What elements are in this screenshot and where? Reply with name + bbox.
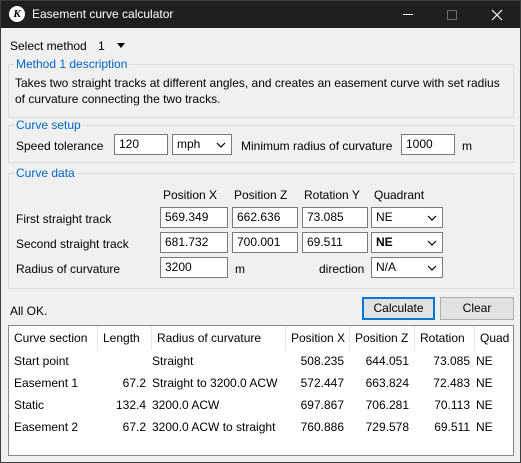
second-track-quadrant-select[interactable]: NE bbox=[371, 232, 443, 253]
maximize-button bbox=[430, 1, 474, 28]
column-header-quad[interactable]: Quad bbox=[475, 326, 513, 350]
column-header-position-z[interactable]: Position Z bbox=[350, 326, 415, 350]
direction-value: N/A bbox=[376, 260, 397, 274]
cell-radius: Straight to 3200.0 ACW bbox=[152, 376, 278, 390]
second-track-x-input[interactable]: 681.732 bbox=[160, 232, 228, 253]
method-description-group bbox=[8, 64, 514, 118]
column-header-length[interactable]: Length bbox=[98, 326, 152, 350]
first-track-quadrant-select[interactable]: NE bbox=[371, 207, 443, 228]
method-select[interactable]: 1 bbox=[93, 35, 129, 55]
cell-quad: NE bbox=[476, 376, 493, 390]
column-header-radius[interactable]: Radius of curvature bbox=[152, 326, 286, 350]
cell-length bbox=[98, 350, 146, 372]
min-radius-unit: m bbox=[462, 139, 472, 153]
second-track-z-input[interactable]: 700.001 bbox=[232, 232, 298, 253]
cell-rotation: 69.511 bbox=[434, 420, 470, 434]
select-method-label: Select method bbox=[10, 39, 87, 53]
cell-position-x: 508.235 bbox=[300, 354, 344, 368]
column-header-position-x[interactable]: Position X bbox=[286, 326, 350, 350]
speed-unit-value: mph bbox=[177, 137, 201, 151]
min-radius-input[interactable]: 1000 bbox=[401, 134, 455, 155]
cell-length: 132.4 bbox=[115, 398, 146, 412]
cell-position-z: 644.051 bbox=[365, 354, 409, 368]
column-header-rotation[interactable]: Rotation bbox=[415, 326, 475, 350]
maximize-icon bbox=[447, 9, 457, 20]
cell-radius: 3200.0 ACW to straight bbox=[152, 420, 276, 434]
speed-tolerance-input[interactable]: 120 bbox=[114, 134, 168, 155]
curve-data-title: Curve data bbox=[14, 166, 77, 180]
chevron-down-icon bbox=[427, 240, 437, 246]
cell-rotation: 72.483 bbox=[433, 376, 470, 390]
cell-position-x: 697.867 bbox=[300, 398, 344, 412]
cell-curve-section: Static bbox=[14, 398, 45, 412]
cell-radius: 3200.0 ACW bbox=[152, 398, 220, 412]
first-track-x-input[interactable]: 569.349 bbox=[160, 207, 228, 228]
title-bar: K Easement curve calculator bbox=[1, 1, 520, 28]
header-rotation-y: Rotation Y bbox=[304, 188, 360, 202]
calculate-button[interactable]: Calculate bbox=[362, 297, 435, 320]
cell-curve-section: Start point bbox=[14, 354, 69, 368]
second-track-label: Second straight track bbox=[16, 237, 129, 251]
first-track-label: First straight track bbox=[16, 212, 112, 226]
cell-position-x: 760.886 bbox=[300, 420, 344, 434]
close-icon bbox=[491, 9, 503, 20]
chevron-down-icon bbox=[117, 43, 125, 48]
second-track-quadrant-value: NE bbox=[376, 235, 393, 249]
method-description-title: Method 1 description bbox=[14, 57, 130, 71]
first-track-rotation-input[interactable]: 73.085 bbox=[302, 207, 368, 228]
speed-unit-select[interactable]: mph bbox=[172, 134, 232, 155]
speed-tolerance-label: Speed tolerance bbox=[16, 139, 104, 153]
cell-quad: NE bbox=[476, 398, 493, 412]
method-select-value: 1 bbox=[98, 39, 105, 53]
cell-length: 67.2 bbox=[122, 420, 146, 434]
direction-label: direction bbox=[319, 262, 365, 276]
cell-position-x: 572.447 bbox=[300, 376, 344, 390]
cell-rotation: 73.085 bbox=[433, 354, 470, 368]
close-button[interactable] bbox=[475, 1, 519, 28]
column-header-curve-section[interactable]: Curve section bbox=[9, 326, 98, 350]
direction-select[interactable]: N/A bbox=[371, 257, 443, 278]
clear-button[interactable]: Clear bbox=[440, 297, 514, 320]
method-description-line1: Takes two straight tracks at different a… bbox=[15, 76, 500, 90]
cell-rotation: 70.113 bbox=[434, 398, 470, 412]
window-title: Easement curve calculator bbox=[32, 7, 174, 21]
cell-curve-section: Easement 1 bbox=[14, 376, 79, 390]
cell-quad: NE bbox=[476, 354, 493, 368]
minimize-icon bbox=[403, 14, 413, 15]
chevron-down-icon bbox=[427, 265, 437, 271]
cell-length: 67.2 bbox=[122, 376, 146, 390]
app-window: K Easement curve calculator Select metho… bbox=[0, 0, 521, 463]
cell-position-z: 663.824 bbox=[365, 376, 409, 390]
min-radius-label: Minimum radius of curvature bbox=[241, 139, 393, 153]
status-text: All OK. bbox=[10, 304, 48, 318]
results-table[interactable]: Curve section Length Radius of curvature… bbox=[8, 325, 514, 456]
second-track-rotation-input[interactable]: 69.511 bbox=[302, 232, 368, 253]
curve-setup-title: Curve setup bbox=[14, 118, 83, 132]
radius-label: Radius of curvature bbox=[16, 262, 121, 276]
chevron-down-icon bbox=[427, 215, 437, 221]
method-description-line2: of curvature connecting the two tracks. bbox=[15, 92, 221, 106]
cell-position-z: 729.578 bbox=[365, 420, 409, 434]
first-track-quadrant-value: NE bbox=[376, 210, 393, 224]
app-logo-icon: K bbox=[9, 6, 25, 22]
radius-input[interactable]: 3200 bbox=[160, 257, 228, 278]
cell-position-z: 706.281 bbox=[365, 398, 409, 412]
header-quadrant: Quadrant bbox=[374, 188, 425, 202]
cell-curve-section: Easement 2 bbox=[14, 420, 79, 434]
header-position-z: Position Z bbox=[234, 188, 288, 202]
chevron-down-icon bbox=[216, 142, 226, 148]
cell-quad: NE bbox=[476, 420, 493, 434]
minimize-button[interactable] bbox=[386, 1, 430, 28]
header-position-x: Position X bbox=[163, 188, 218, 202]
cell-radius: Straight bbox=[152, 354, 194, 368]
first-track-z-input[interactable]: 662.636 bbox=[232, 207, 298, 228]
radius-unit: m bbox=[235, 262, 245, 276]
